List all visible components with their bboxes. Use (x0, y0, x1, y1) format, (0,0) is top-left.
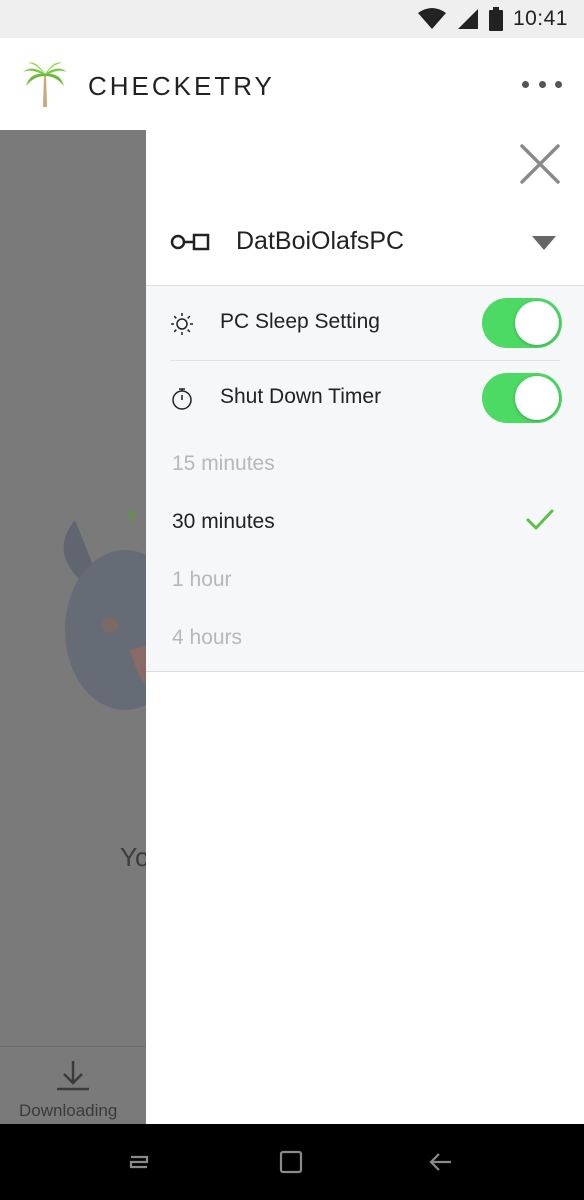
timer-option-label: 4 hours (172, 626, 243, 649)
timer-option-30-minutes[interactable]: 30 minutes (146, 494, 584, 550)
status-bar: 10:41 (0, 0, 584, 38)
timer-option-1-hour[interactable]: 1 hour (146, 552, 584, 608)
download-tab: Downloading (0, 1046, 146, 1124)
shut-down-timer-toggle[interactable] (482, 373, 562, 423)
timer-option-label: 30 minutes (172, 510, 275, 533)
device-name: DatBoiOlafsPC (236, 227, 405, 255)
shut-down-timer-label: Shut Down Timer (220, 385, 382, 408)
timer-option-4-hours[interactable]: 4 hours (146, 610, 584, 666)
status-time: 10:41 (512, 7, 568, 30)
cell-signal-icon (457, 9, 478, 29)
palm-tree-icon (23, 62, 67, 107)
wifi-icon (417, 8, 446, 29)
timer-option-15-minutes[interactable]: 15 minutes (146, 436, 584, 492)
sun-icon (171, 313, 193, 335)
more-horizontal-icon (522, 80, 529, 88)
home-icon[interactable] (275, 1146, 307, 1178)
download-label: Downloading (19, 1101, 118, 1120)
link-device-icon (170, 233, 210, 251)
navigation-bar (0, 1124, 584, 1200)
app-title: CHECKETRY (88, 71, 275, 101)
download-icon (57, 1061, 89, 1091)
timer-option-label: 1 hour (172, 568, 232, 591)
more-options-button[interactable] (522, 72, 562, 96)
background-overlay[interactable]: Yo Downloading (0, 130, 146, 1124)
more-horizontal-icon (555, 80, 562, 88)
timer-icon (172, 388, 192, 410)
app-bar: CHECKETRY (0, 38, 584, 130)
settings-drawer: DatBoiOlafsPC PC Sleep Setting Shut Down… (146, 130, 584, 1124)
pc-sleep-toggle[interactable] (482, 298, 562, 348)
back-icon[interactable] (425, 1146, 457, 1178)
pc-sleep-setting-label: PC Sleep Setting (220, 310, 380, 333)
settings-panel: PC Sleep Setting Shut Down Timer 15 minu… (146, 286, 584, 672)
status-icons: 10:41 (417, 6, 568, 32)
device-selector[interactable]: DatBoiOlafsPC (146, 216, 584, 286)
pc-sleep-setting-row: PC Sleep Setting (146, 286, 584, 361)
timer-option-label: 15 minutes (172, 452, 275, 475)
background-text: Yo (120, 842, 146, 872)
battery-icon (488, 7, 503, 31)
toggle-knob (515, 301, 559, 345)
toggle-knob (515, 376, 559, 420)
chevron-down-icon[interactable] (532, 236, 556, 250)
more-horizontal-icon (538, 80, 546, 88)
shut-down-timer-row: Shut Down Timer (146, 361, 584, 435)
close-icon[interactable] (518, 142, 562, 186)
mascot-illustration (63, 510, 146, 710)
recent-apps-icon[interactable] (123, 1146, 155, 1178)
checkmark-icon (526, 509, 554, 530)
